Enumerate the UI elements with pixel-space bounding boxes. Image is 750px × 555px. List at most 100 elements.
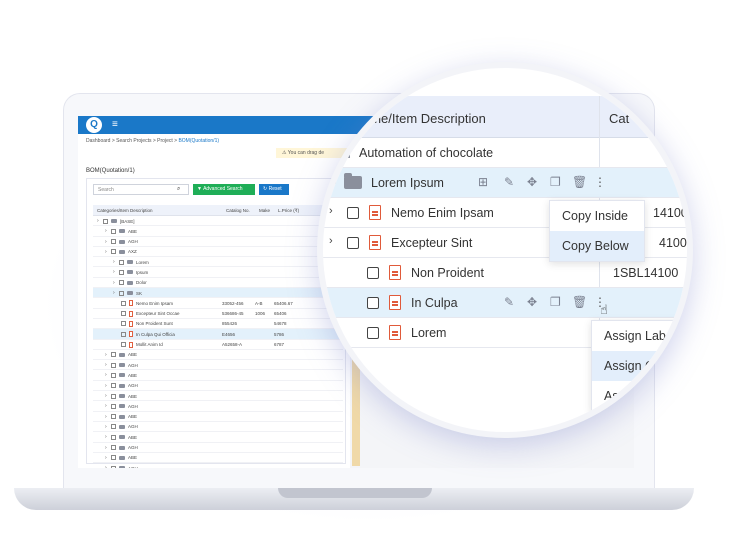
chevron-right-icon[interactable]: › [105, 362, 107, 368]
row-checkbox[interactable] [121, 321, 126, 327]
row-checkbox[interactable] [367, 267, 379, 279]
row-checkbox[interactable] [121, 331, 126, 337]
chevron-right-icon[interactable]: › [105, 228, 107, 234]
tree-row[interactable]: Mollit Anim Id A52658-A 6787 [93, 340, 343, 350]
row-checkbox[interactable] [111, 414, 116, 420]
tree-row[interactable]: Nemo Enim Ipsam 33052-456 A-B 65406.67 [93, 298, 343, 309]
row-checkbox[interactable] [111, 455, 116, 461]
copy-icon[interactable]: ❐ [550, 175, 561, 189]
tree-row[interactable]: › ABE [93, 453, 343, 464]
zoom-row-automation[interactable]: Automation of chocolate [323, 138, 687, 168]
tree-row[interactable]: › AGH [93, 463, 343, 468]
chevron-right-icon[interactable]: › [105, 455, 107, 461]
row-checkbox[interactable] [111, 403, 116, 409]
chevron-right-icon[interactable]: › [113, 269, 115, 275]
chevron-right-icon[interactable]: › [113, 280, 115, 286]
delete-icon[interactable]: 🗑 [572, 295, 587, 309]
delete-icon[interactable]: 🗑 [572, 175, 587, 189]
add-folder-icon[interactable]: ⊞ [478, 175, 488, 189]
row-checkbox[interactable] [119, 280, 124, 286]
breadcrumb-project[interactable]: Project [157, 138, 173, 144]
tree-row[interactable]: › ABE [93, 391, 343, 402]
search-icon[interactable]: ⌕ [177, 186, 180, 193]
chevron-right-icon[interactable]: › [329, 235, 333, 247]
chevron-right-icon[interactable]: › [97, 218, 99, 224]
zoom-header-description[interactable]: ame/Item Description [363, 111, 486, 126]
tree-row[interactable]: › ABE [93, 350, 343, 361]
tree-row[interactable]: › [BASE] [93, 216, 343, 227]
header-make[interactable]: Make [259, 208, 270, 213]
copy-inside-option[interactable]: Copy Inside [550, 201, 644, 231]
tree-row[interactable]: › ABE [93, 432, 343, 443]
chevron-right-icon[interactable]: › [105, 239, 107, 245]
chevron-right-icon[interactable]: › [105, 403, 107, 409]
row-checkbox[interactable] [111, 445, 116, 451]
tree-row[interactable]: › AGH [93, 237, 343, 247]
row-checkbox[interactable] [111, 393, 116, 399]
tree-row[interactable]: › AXZ [93, 247, 343, 258]
assign-option-3[interactable]: Assig [592, 381, 687, 411]
chevron-right-icon[interactable]: › [113, 259, 115, 265]
assign-option-2[interactable]: Assign C [592, 351, 687, 381]
search-input[interactable]: Search [93, 184, 189, 195]
tree-row[interactable]: › Ipsum [93, 267, 343, 278]
chevron-right-icon[interactable]: › [105, 393, 107, 399]
row-checkbox[interactable] [121, 311, 126, 317]
row-checkbox[interactable] [111, 228, 116, 234]
chevron-right-icon[interactable]: › [105, 352, 107, 358]
row-checkbox[interactable] [119, 259, 124, 265]
tree-row[interactable]: › AGH [93, 381, 343, 392]
row-checkbox[interactable] [121, 342, 126, 348]
chevron-right-icon[interactable]: › [105, 383, 107, 389]
reset-button[interactable]: ↻ Reset [259, 184, 289, 195]
row-checkbox[interactable] [347, 207, 359, 219]
row-checkbox[interactable] [367, 297, 379, 309]
move-icon[interactable]: ✥ [527, 175, 537, 189]
row-checkbox[interactable] [111, 424, 116, 430]
tree-row[interactable]: Excepteur Sint Occae 536686-45 1006 65406 [93, 309, 343, 319]
chevron-right-icon[interactable]: › [105, 249, 107, 255]
row-checkbox[interactable] [111, 239, 116, 245]
header-description[interactable]: Categories/Item Description [97, 208, 153, 213]
zoom-row-lorem-ipsum[interactable]: ⌄ Lorem Ipsum ⊞ ✎ ✥ ❐ 🗑 ⋮ [323, 168, 687, 198]
copy-below-option[interactable]: Copy Below [550, 231, 644, 261]
more-vert-icon[interactable]: ⋮ [594, 175, 606, 189]
row-checkbox[interactable] [111, 372, 116, 378]
row-checkbox[interactable] [119, 290, 124, 296]
header-price[interactable]: L.Price (₹) [278, 208, 299, 214]
row-checkbox[interactable] [111, 352, 116, 358]
chevron-right-icon[interactable]: › [105, 372, 107, 378]
tree-row[interactable]: › Lorem [93, 257, 343, 268]
chevron-right-icon[interactable]: › [105, 445, 107, 451]
move-icon[interactable]: ✥ [527, 295, 537, 309]
zoom-header-catalog[interactable]: Cat [609, 111, 629, 126]
breadcrumb-dashboard[interactable]: Dashboard [86, 138, 110, 144]
assign-option-1[interactable]: Assign Labo [592, 321, 687, 351]
edit-icon[interactable]: ✎ [504, 175, 514, 189]
tree-row[interactable]: In Culpa Qui Officia E4656 5786 [93, 329, 343, 340]
hamburger-icon[interactable]: ≡ [112, 119, 118, 130]
tree-row[interactable]: › ABE [93, 412, 343, 422]
tree-row[interactable]: › AGH [93, 401, 343, 412]
edit-icon[interactable]: ✎ [504, 295, 514, 309]
row-checkbox[interactable] [111, 465, 116, 468]
row-checkbox[interactable] [111, 434, 116, 440]
tree-row[interactable]: › AGH [93, 422, 343, 433]
row-checkbox[interactable] [111, 249, 116, 255]
header-catalog[interactable]: Catalog No. [226, 208, 250, 213]
row-checkbox[interactable] [103, 218, 108, 224]
copy-icon[interactable]: ❐ [550, 295, 561, 309]
zoom-row-non-proident[interactable]: Non Proident 1SBL14100 [323, 258, 687, 288]
tree-row[interactable]: Non Proident Sunt 855426 54678 [93, 319, 343, 330]
row-checkbox[interactable] [367, 327, 379, 339]
tree-row[interactable]: › ABE [93, 226, 343, 237]
tree-row[interactable]: › Dolor [93, 278, 343, 289]
row-checkbox[interactable] [119, 269, 124, 275]
tree-row[interactable]: › AGH [93, 360, 343, 371]
chevron-right-icon[interactable]: › [105, 465, 107, 468]
chevron-right-icon[interactable]: › [105, 414, 107, 420]
zoom-row-in-culpa[interactable]: In Culpa ✎ ✥ ❐ 🗑 ⋮ ☝ [323, 288, 687, 318]
app-logo[interactable]: Q [86, 117, 102, 133]
chevron-right-icon[interactable]: › [113, 290, 115, 296]
breadcrumb-search-projects[interactable]: Search Projects [116, 138, 151, 144]
